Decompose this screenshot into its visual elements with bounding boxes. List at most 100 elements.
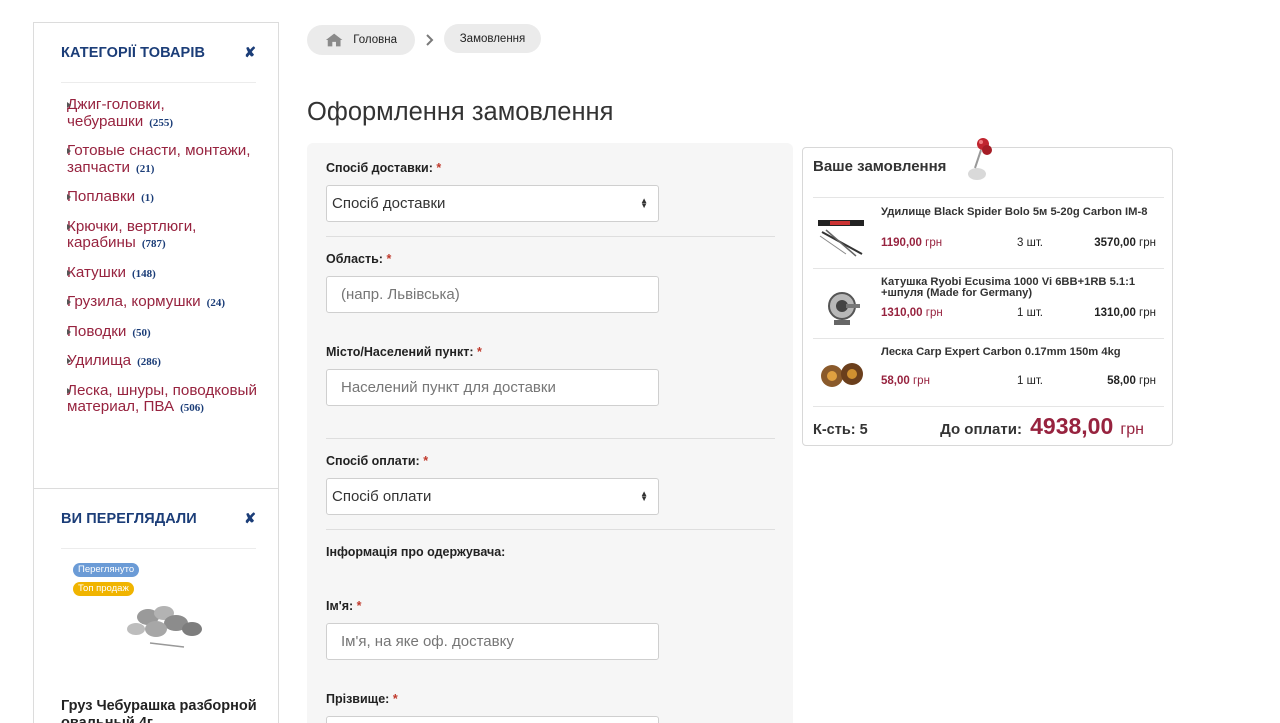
payment-select[interactable]: Спосіб оплати ▲ ▼ xyxy=(326,478,659,515)
order-item: Леска Carp Expert Carbon 0.17mm 150m 4kg… xyxy=(803,340,1174,410)
caret-right-icon xyxy=(67,387,71,394)
order-item-price: 1190,00 грн xyxy=(881,237,943,249)
viewed-product[interactable]: Переглянуто Топ продаж Груз Чебурашка ра… xyxy=(34,549,278,723)
top-sales-badge: Топ продаж xyxy=(73,582,134,596)
category-label[interactable]: Леска, шнуры, поводковый материал, ПВА xyxy=(67,382,257,416)
caret-right-icon xyxy=(67,269,71,276)
caret-right-icon xyxy=(67,328,71,335)
divider xyxy=(813,268,1164,269)
close-icon[interactable]: ✘ xyxy=(244,510,256,527)
region-input[interactable] xyxy=(326,276,659,313)
caret-right-icon xyxy=(67,102,71,108)
order-item-image[interactable] xyxy=(816,214,868,260)
order-summary: Ваше замовлення Удилище Black Spider Bol… xyxy=(802,138,1174,446)
category-count: (21) xyxy=(136,162,155,175)
caret-right-icon xyxy=(67,358,71,364)
category-text: Поплавки (1) xyxy=(67,188,260,207)
category-count: (506) xyxy=(180,402,204,414)
category-label[interactable]: Крючки, вертлюги, карабины xyxy=(67,218,196,252)
category-list: Джиг-головки, чебурашки (255) Готовые снас… xyxy=(34,83,278,417)
breadcrumb: Головна Замовлення xyxy=(307,24,541,55)
divider xyxy=(813,406,1164,407)
first-name-input[interactable] xyxy=(326,623,659,660)
product-image[interactable] xyxy=(106,595,216,655)
category-item[interactable]: Грузила, кормушки (24) xyxy=(67,293,260,312)
viewed-badge: Переглянуто xyxy=(73,563,140,577)
order-item-total: 1310,00 грн xyxy=(1094,307,1156,319)
divider xyxy=(813,197,1164,198)
caret-right-icon xyxy=(67,299,71,305)
order-item-price: 1310,00 грн xyxy=(881,307,943,319)
category-text: Катушки (148) xyxy=(67,264,260,283)
order-item-qty: 3 шт. xyxy=(1017,237,1044,249)
city-label: Місто/Населений пункт: * xyxy=(326,345,482,359)
order-item-qty: 1 шт. xyxy=(1017,307,1044,319)
chevron-right-icon xyxy=(426,34,434,46)
viewed-product-name[interactable]: Груз Чебурашка разборной овальный 4г xyxy=(61,698,261,723)
category-item[interactable]: Джиг-головки, чебурашки (255) xyxy=(67,96,260,131)
checkout-form: Спосіб доставки: * Спосіб доставки ▲ ▼ Об… xyxy=(307,143,793,723)
caret-right-icon xyxy=(67,148,71,154)
city-input[interactable] xyxy=(326,369,659,406)
order-total-label: До оплати: xyxy=(940,421,1022,438)
order-total-sum: 4938,00 xyxy=(1030,413,1114,439)
category-count: (286) xyxy=(137,356,161,368)
category-item[interactable]: Поводки (50) xyxy=(67,323,260,342)
order-item-name[interactable]: Удилище Black Spider Bolo 5м 5-20g Carbo… xyxy=(881,206,1159,218)
breadcrumb-home[interactable]: Головна xyxy=(307,25,415,55)
delivery-select-value: Спосіб доставки xyxy=(332,195,446,212)
last-name-input[interactable] xyxy=(326,716,659,723)
category-text: Поводки (50) xyxy=(67,323,260,342)
viewed-header: ВИ ПЕРЕГЛЯДАЛИ ✘ xyxy=(61,489,256,549)
order-item-qty: 1 шт. xyxy=(1017,375,1044,387)
order-item: Удилище Black Spider Bolo 5м 5-20g Carbo… xyxy=(803,200,1174,270)
category-item[interactable]: Удилища (286) xyxy=(67,352,260,371)
category-label[interactable]: Готовые снасти, монтажи, запчасти xyxy=(67,142,250,176)
caret-right-icon xyxy=(67,194,71,200)
select-arrows-icon: ▲ ▼ xyxy=(640,196,648,210)
category-label[interactable]: Поводки xyxy=(67,323,126,340)
category-item[interactable]: Готовые снасти, монтажи, запчасти (21) xyxy=(67,142,260,177)
category-text: Готовые снасти, монтажи, запчасти (21) xyxy=(67,142,260,177)
category-count: (148) xyxy=(132,267,156,280)
delivery-select[interactable]: Спосіб доставки ▲ ▼ xyxy=(326,185,659,222)
category-label[interactable]: Удилища xyxy=(67,352,131,369)
categories-panel: КАТЕГОРІЇ ТОВАРІВ ✘ Джиг-головки, чебура… xyxy=(33,22,279,489)
category-item[interactable]: Крючки, вертлюги, карабины (787) xyxy=(67,218,260,253)
order-title: Ваше замовлення xyxy=(813,158,947,175)
divider xyxy=(326,236,775,237)
category-item[interactable]: Поплавки (1) xyxy=(67,188,260,207)
category-count: (24) xyxy=(206,297,225,309)
viewed-title: ВИ ПЕРЕГЛЯДАЛИ xyxy=(61,510,197,527)
home-icon xyxy=(325,33,343,47)
viewed-panel: ВИ ПЕРЕГЛЯДАЛИ ✘ Переглянуто Топ продаж … xyxy=(33,488,279,723)
category-label[interactable]: Грузила, кормушки xyxy=(67,293,201,310)
divider xyxy=(813,338,1164,339)
category-text: Джиг-головки, чебурашки (255) xyxy=(67,96,260,131)
category-label[interactable]: Катушки xyxy=(67,264,126,281)
category-text: Крючки, вертлюги, карабины (787) xyxy=(67,218,260,253)
order-item-image[interactable] xyxy=(816,352,868,398)
divider xyxy=(326,529,775,530)
order-item-image[interactable] xyxy=(816,284,868,330)
order-total-currency: грн xyxy=(1120,421,1144,438)
order-item-name[interactable]: Леска Carp Expert Carbon 0.17mm 150m 4kg xyxy=(881,346,1159,358)
close-icon[interactable]: ✘ xyxy=(244,44,256,61)
categories-header: КАТЕГОРІЇ ТОВАРІВ ✘ xyxy=(61,23,256,83)
breadcrumb-current: Замовлення xyxy=(444,24,541,53)
category-count: (255) xyxy=(149,116,174,129)
caret-right-icon xyxy=(67,223,71,230)
last-name-label: Прізвище: * xyxy=(326,692,398,706)
order-total: До оплати: 4938,00 грн xyxy=(940,413,1144,440)
category-item[interactable]: Катушки (148) xyxy=(67,264,260,283)
category-label[interactable]: Поплавки xyxy=(67,188,135,205)
category-text: Грузила, кормушки (24) xyxy=(67,293,260,312)
region-label: Область: * xyxy=(326,252,392,266)
category-item[interactable]: Леска, шнуры, поводковый материал, ПВА (5… xyxy=(67,382,260,417)
page-title: Оформлення замовлення xyxy=(307,98,614,126)
category-text: Удилища (286) xyxy=(67,352,260,371)
order-item-name[interactable]: Катушка Ryobi Ecusima 1000 Vi 6BB+1RB 5.… xyxy=(881,276,1159,299)
order-item-total: 58,00 грн xyxy=(1107,375,1156,387)
payment-select-value: Спосіб оплати xyxy=(332,488,432,505)
pushpin-icon xyxy=(968,138,992,180)
